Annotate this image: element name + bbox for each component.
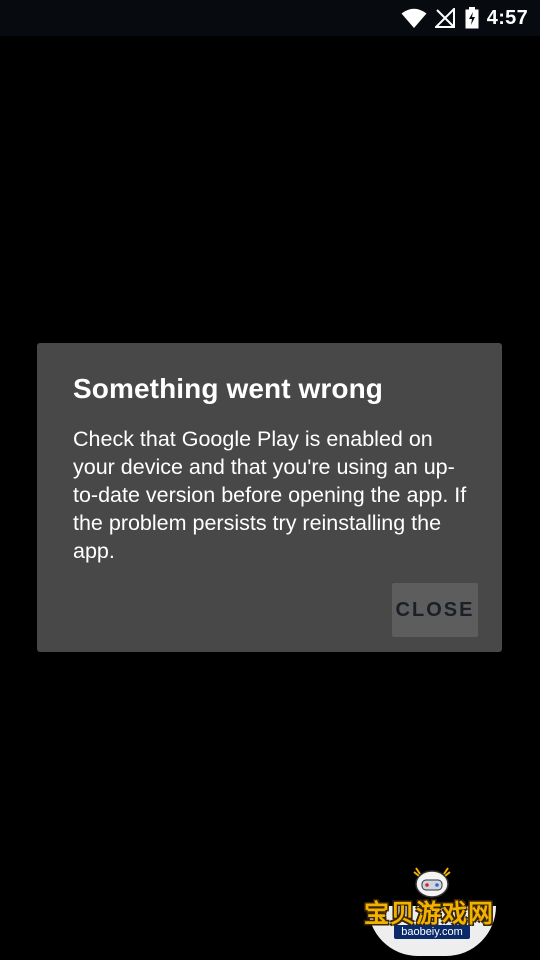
dialog-title: Something went wrong [73,373,383,404]
error-dialog: Something went wrong Check that Google P… [37,343,502,652]
battery-charging-icon [465,7,479,29]
watermark-logo: 宝贝游戏网 baobeiy.com [360,862,510,958]
status-icons: 4:57 [401,0,528,36]
close-button[interactable]: CLOSE [392,583,478,637]
dialog-message: Check that Google Play is enabled on you… [73,427,467,563]
status-bar: 4:57 [0,0,540,36]
status-clock: 4:57 [486,6,528,29]
no-signal-icon [434,8,455,28]
screen: 4:57 Something went wrong Check that Goo… [0,0,540,960]
wifi-icon [401,7,427,29]
watermark-url: baobeiy.com [394,925,470,939]
